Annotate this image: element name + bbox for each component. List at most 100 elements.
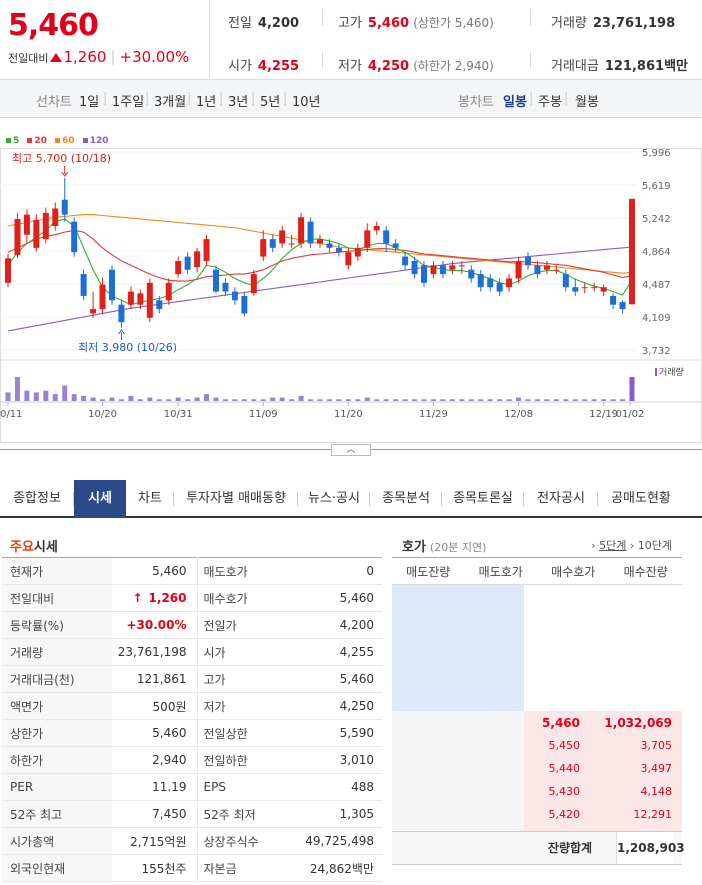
period-1d[interactable]: 1일	[79, 91, 99, 110]
volume-bar	[166, 399, 172, 401]
candle-weekly[interactable]: 주봉	[538, 91, 562, 110]
candle-body	[421, 265, 427, 283]
y-tick-label: 3,732	[642, 346, 671, 357]
row-label: 거래대금(천)	[2, 665, 112, 693]
x-tick-label: 11/20	[334, 409, 363, 420]
total-value: 1,208,903	[616, 832, 685, 864]
row-value: 500원	[112, 692, 197, 720]
candle-body	[477, 274, 484, 288]
row-label: 시가총액	[2, 827, 112, 855]
row-value-2: 0	[287, 557, 382, 585]
volume-bar	[591, 399, 597, 401]
volume-bar	[308, 399, 314, 401]
volume-bar	[374, 399, 380, 401]
candle-body	[439, 265, 446, 275]
candle-body	[175, 260, 182, 275]
volume-bar	[90, 397, 96, 401]
candle-body	[5, 258, 11, 283]
candle-body	[525, 256, 531, 266]
step-10-link[interactable]: 10단계	[638, 539, 672, 552]
period-5y[interactable]: 5년	[260, 91, 280, 110]
chart-legend: 5 20 60 120	[6, 136, 114, 146]
candle-body	[127, 291, 134, 305]
ask-area	[392, 585, 524, 711]
volume-bar	[289, 399, 295, 401]
x-tick-label: 01/02	[616, 409, 645, 420]
period-3y[interactable]: 3년	[228, 91, 248, 110]
row-label: 52주 최고	[2, 800, 112, 828]
volume-bar	[345, 399, 351, 401]
volume-bar	[572, 399, 578, 401]
row-value-2: 1,305	[287, 800, 382, 828]
tab-discussion[interactable]: 종목토론실	[442, 480, 524, 518]
tab-quotes[interactable]: 시세	[74, 480, 126, 518]
period-1y[interactable]: 1년	[196, 91, 216, 110]
candle-body	[364, 230, 371, 248]
low-annotation: 최저 3,980 (10/26)	[78, 341, 177, 354]
period-1w[interactable]: 1주일	[112, 91, 144, 110]
row-label-2: 시가	[196, 638, 287, 666]
volume-bar	[156, 399, 162, 401]
row-label-2: 전일하한	[196, 746, 287, 774]
candle-body	[241, 295, 248, 314]
candle-body	[326, 243, 333, 248]
candle-body	[629, 198, 635, 305]
volume-bar	[251, 399, 257, 401]
period-10y[interactable]: 10년	[292, 91, 321, 110]
row-label: 전일대비	[2, 584, 112, 612]
row-label-2: 전일가	[196, 611, 287, 639]
volume-bar	[449, 399, 455, 401]
candle-body	[118, 304, 125, 323]
candle-body	[335, 247, 342, 253]
volume-bar	[270, 397, 276, 401]
tab-chart[interactable]: 차트	[126, 480, 174, 518]
tab-disclosure[interactable]: 전자공시	[524, 480, 598, 518]
candle-daily[interactable]: 일봉	[503, 91, 527, 110]
bid-qty: 3,497	[640, 762, 673, 775]
up-arrow-icon	[50, 53, 63, 62]
step-5-link[interactable]: 5단계	[599, 539, 626, 552]
volume-bar	[582, 399, 588, 401]
tab-overview[interactable]: 종합정보	[0, 480, 74, 518]
change-value: 1,260	[63, 48, 107, 66]
candle-body	[307, 221, 314, 244]
total-label: 잔량합계	[547, 841, 593, 855]
col-bid-price: 매수호가	[537, 557, 610, 585]
row-value: 155천주	[112, 854, 197, 882]
volume-bar	[487, 399, 493, 401]
candle-body	[213, 269, 219, 292]
chart-collapse-button[interactable]: ︿	[331, 444, 371, 456]
tab-news[interactable]: 뉴스·공시	[298, 480, 370, 518]
y-tick-label: 5,242	[642, 214, 671, 225]
row-value: ↑ 1,260	[112, 584, 197, 612]
table-row: 전일대비 ↑ 1,260 매수호가 5,460	[2, 584, 382, 612]
row-label-2: 고가	[196, 665, 287, 693]
change-row: 전일대비 1,260 | +30.00%	[8, 48, 190, 66]
row-label-2: 전일상한	[196, 719, 287, 747]
tab-short-selling[interactable]: 공매도현황	[598, 480, 684, 518]
volume-bar	[137, 399, 143, 401]
row-value: 5,460	[112, 557, 197, 585]
volume-bar	[185, 399, 191, 401]
volume-bar	[440, 399, 446, 401]
volume-bar	[241, 399, 247, 401]
volume-bar	[383, 399, 389, 401]
table-row: 외국인현재 155천주 자본금 24,862백만	[2, 854, 382, 882]
period-3m[interactable]: 3개월	[154, 91, 186, 110]
volume-bar	[100, 399, 106, 401]
volume-bar	[175, 397, 181, 401]
table-row: 거래량 23,761,198 시가 4,255	[2, 638, 382, 666]
bid-price: 5,440	[548, 762, 581, 775]
tab-analysis[interactable]: 종목분석	[370, 480, 442, 518]
table-row: 현재가 5,460 매도호가 0	[2, 557, 382, 585]
table-row: 액면가 500원 저가 4,250	[2, 692, 382, 720]
volume-bar	[118, 399, 124, 401]
y-tick-label: 5,996	[642, 148, 671, 159]
col-ask-price: 매도호가	[464, 557, 537, 585]
row-value-2: 5,460	[287, 584, 382, 612]
candle-monthly[interactable]: 월봉	[575, 91, 599, 110]
tab-investor-trends[interactable]: 투자자별 매매동향	[174, 480, 298, 518]
volume-bar	[279, 397, 285, 401]
row-label-2: 매수호가	[196, 584, 287, 612]
price-box: 5,460 전일대비 1,260 | +30.00%	[0, 0, 210, 80]
